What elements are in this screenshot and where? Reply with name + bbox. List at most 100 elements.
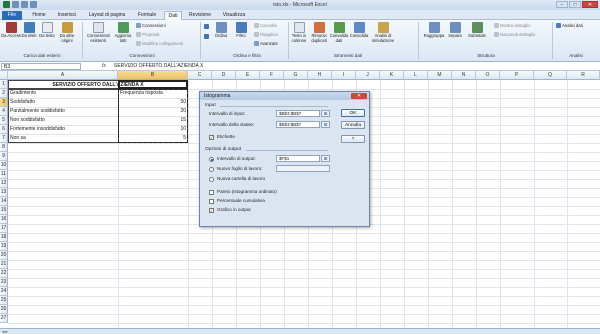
da-testo-button[interactable]: Da testo [38, 22, 56, 39]
ok-button[interactable]: OK [341, 109, 365, 117]
select-all-corner[interactable] [0, 71, 8, 80]
row-header[interactable]: 13 [0, 188, 8, 197]
table-row-label[interactable]: Non sa [8, 134, 118, 143]
chart-output-checkbox[interactable]: ✓ [209, 208, 214, 213]
formula-input[interactable]: SERVIZIO OFFERTO DALL'AZIENDA X [114, 63, 203, 70]
column-header[interactable]: J [356, 71, 380, 80]
cancella-button[interactable]: Cancella [254, 23, 277, 28]
mostra-dettaglio-button[interactable]: Mostra dettaglio [494, 23, 531, 28]
modifica-collegamenti-button[interactable]: Modifica collegamenti [136, 41, 183, 46]
riapplica-button[interactable]: Riapplica [254, 32, 278, 37]
table-row-label[interactable]: Fortemente insoddisfatto [8, 125, 118, 134]
tab-inserisci[interactable]: Inserisci [54, 11, 80, 20]
row-header[interactable]: 12 [0, 179, 8, 188]
separa-button[interactable]: Separa [446, 22, 464, 39]
labels-checkbox[interactable]: ✓ [209, 135, 214, 140]
row-header[interactable]: 17 [0, 224, 8, 233]
header-cell-gradimento[interactable]: Gradimento [8, 89, 118, 98]
column-header[interactable]: K [380, 71, 404, 80]
row-header[interactable]: 3 [0, 98, 8, 107]
close-button[interactable]: ✕ [582, 1, 598, 8]
dialog-close-icon[interactable]: ✕ [351, 93, 367, 99]
column-header[interactable]: P [500, 71, 534, 80]
raggruppa-button[interactable]: Raggruppa [422, 22, 446, 39]
output-range-radio[interactable] [209, 157, 214, 162]
help-button[interactable]: ? [341, 135, 365, 143]
row-header[interactable]: 8 [0, 143, 8, 152]
row-header[interactable]: 11 [0, 170, 8, 179]
connessioni-button[interactable]: Connessioni [136, 23, 166, 28]
input-range-collapse-icon[interactable]: ⊞ [321, 110, 330, 117]
output-range-field[interactable]: $F$1 [276, 155, 320, 162]
tab-dati[interactable]: Dati [164, 11, 182, 20]
row-header[interactable]: 23 [0, 278, 8, 287]
analisi-di-simulazione-button[interactable]: Analisi di simulazione [372, 22, 394, 43]
new-sheet-radio[interactable] [209, 167, 214, 172]
row-header[interactable]: 2 [0, 89, 8, 98]
proprieta-button[interactable]: Proprietà [136, 32, 159, 37]
rimuovi-duplicati-button[interactable]: Rimuovi duplicati [310, 22, 328, 43]
column-header[interactable]: E [236, 71, 260, 80]
cumulative-percent-checkbox[interactable] [209, 199, 214, 204]
testo-in-colonne-button[interactable]: Testo in colonne [290, 22, 308, 43]
row-header[interactable]: 20 [0, 251, 8, 260]
minimize-button[interactable]: − [556, 1, 568, 8]
input-range-field[interactable]: $B$3:$B$7 [276, 110, 320, 117]
row-header[interactable]: 15 [0, 206, 8, 215]
sheet-nav-arrows-icon[interactable]: ◂ ▸ [2, 329, 8, 334]
column-header[interactable]: B [118, 71, 188, 80]
subtotale-button[interactable]: Subtotale [466, 22, 488, 39]
column-header[interactable]: M [428, 71, 452, 80]
consolida-button[interactable]: Consolida [350, 22, 368, 39]
fx-icon[interactable]: fx [102, 63, 106, 69]
tab-home[interactable]: Home [28, 11, 50, 20]
table-row-label[interactable]: Non soddisfatto [8, 116, 118, 125]
da-altre-origini-button[interactable]: Da altre origini [58, 22, 76, 43]
column-header[interactable]: H [308, 71, 332, 80]
tab-revisione[interactable]: Revisione [186, 11, 214, 20]
column-header[interactable]: R [567, 71, 600, 80]
row-header[interactable]: 25 [0, 296, 8, 305]
filtro-button[interactable]: Filtro [232, 22, 250, 39]
tab-layout-di-pagina[interactable]: Layout di pagina [84, 11, 130, 20]
column-header[interactable]: G [284, 71, 308, 80]
row-header[interactable]: 18 [0, 233, 8, 242]
tab-file[interactable]: File [2, 11, 22, 20]
column-header[interactable]: L [404, 71, 428, 80]
row-header[interactable]: 27 [0, 314, 8, 323]
new-workbook-radio[interactable] [209, 177, 214, 182]
connessioni-esistenti-button[interactable]: Connessioni esistenti [86, 22, 110, 43]
column-header[interactable]: I [332, 71, 356, 80]
column-header[interactable]: N [452, 71, 476, 80]
tab-visualizza[interactable]: Visualizza [218, 11, 250, 20]
bin-range-field[interactable]: $B$3:$B$7 [276, 121, 320, 128]
row-header[interactable]: 5 [0, 116, 8, 125]
row-header[interactable]: 26 [0, 305, 8, 314]
ordina-button[interactable]: Ordina [212, 22, 230, 39]
row-header[interactable]: 21 [0, 260, 8, 269]
avanzate-button[interactable]: Avanzate [254, 41, 278, 46]
column-header[interactable]: D [212, 71, 236, 80]
name-box[interactable]: B3 [1, 63, 81, 70]
column-header[interactable]: C [188, 71, 212, 80]
column-header[interactable]: O [476, 71, 500, 80]
aggiorna-tutti-button[interactable]: Aggiorna tutti [114, 22, 132, 43]
cancel-button[interactable]: Annulla [341, 121, 365, 129]
row-header[interactable]: 1 [0, 80, 8, 89]
convalida-dati-button[interactable]: Convalida dati [330, 22, 348, 43]
row-header[interactable]: 24 [0, 287, 8, 296]
table-row-label[interactable]: Parzialmente soddisfatto [8, 107, 118, 116]
sort-za-button[interactable] [204, 34, 209, 39]
tab-formule[interactable]: Formule [134, 11, 160, 20]
sort-az-button[interactable] [204, 24, 209, 29]
bin-range-collapse-icon[interactable]: ⊞ [321, 121, 330, 128]
maximize-button[interactable]: □ [569, 1, 581, 8]
output-range-collapse-icon[interactable]: ⊞ [321, 155, 330, 162]
pareto-checkbox[interactable] [209, 190, 214, 195]
column-header[interactable]: A [8, 71, 118, 80]
new-sheet-field[interactable] [276, 165, 330, 172]
table-row-label[interactable]: Soddisfatto [8, 98, 118, 107]
row-header[interactable]: 4 [0, 107, 8, 116]
row-header[interactable]: 7 [0, 134, 8, 143]
row-header[interactable]: 16 [0, 215, 8, 224]
